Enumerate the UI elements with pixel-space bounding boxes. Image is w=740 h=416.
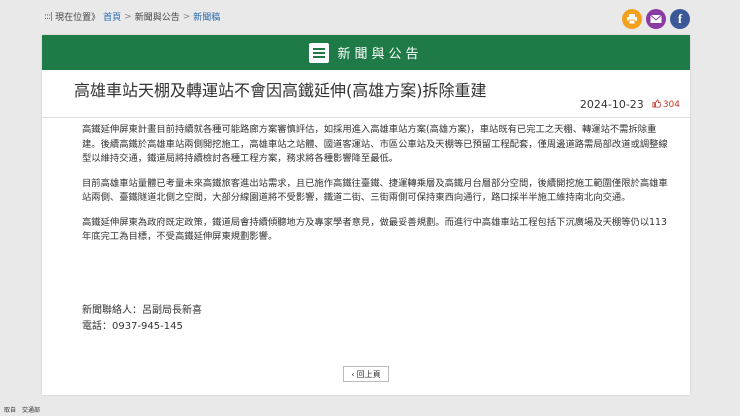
like-counter[interactable]: 304 (652, 98, 680, 111)
article-date: 2024-10-23 (579, 98, 644, 111)
article-title: 高雄車站天棚及轉運站不會因高鐵延伸(高雄方案)拆除重建 (74, 81, 487, 100)
news-card: 新聞與公告 高雄車站天棚及轉運站不會因高鐵延伸(高雄方案)拆除重建 2024-1… (42, 35, 690, 395)
facebook-icon[interactable]: f (670, 9, 690, 29)
back-button[interactable]: ‹ 回上頁 (343, 366, 389, 382)
breadcrumb-prefix: 現在位置》 (55, 13, 101, 23)
article-paragraph: 目前高雄車站量體已考量未來高鐵旅客進出站需求，且已施作高鐵往臺鐵、捷運轉乘層及高… (82, 177, 668, 204)
divider (42, 117, 690, 118)
mail-icon[interactable] (646, 9, 666, 29)
article-paragraph: 高鐵延伸屏東為政府既定政策，鐵道局會持續傾聽地方及專家學者意見，做最妥善規劃。而… (82, 216, 667, 243)
share-toolbar: f (622, 9, 690, 29)
article-paragraph: 高鐵延伸屏東計畫目前持續就各種可能路廊方案審慎評估，如採用進入高雄車站方案(高雄… (82, 124, 668, 164)
like-count: 304 (662, 99, 680, 110)
breadcrumb-separator: > (182, 11, 191, 22)
thumbs-up-icon (652, 98, 662, 111)
news-icon (309, 42, 330, 63)
breadcrumb-home-link[interactable]: 首頁 (103, 10, 121, 23)
article-body: 高鐵延伸屏東計畫目前持續就各種可能路廊方案審慎評估，如採用進入高雄車站方案(高雄… (82, 123, 672, 255)
article-meta: 2024-10-23 304 (580, 98, 680, 111)
breadcrumb-dots: :::| (44, 11, 53, 22)
status-bar-text: 取自 交通部 (4, 407, 41, 414)
print-icon[interactable] (622, 9, 642, 29)
contact-info: 新聞聯絡人：呂副局長新喜 電話：0937-945-145 (82, 303, 202, 335)
breadcrumb-news-announcements[interactable]: 新聞與公告 (135, 10, 180, 23)
back-button-label: 回上頁 (356, 369, 381, 379)
breadcrumb: :::| 現在位置》 首頁 > 新聞與公告 > 新聞稿 (44, 10, 220, 24)
chevron-left-icon: ‹ (351, 369, 355, 379)
breadcrumb-press-release-link[interactable]: 新聞稿 (193, 10, 220, 23)
contact-person: 新聞聯絡人：呂副局長新喜 (82, 305, 202, 316)
section-title: 新聞與公告 (337, 47, 423, 62)
breadcrumb-separator: > (124, 11, 132, 22)
contact-phone: 電話：0937-945-145 (82, 321, 183, 332)
section-header: 新聞與公告 (42, 35, 690, 70)
